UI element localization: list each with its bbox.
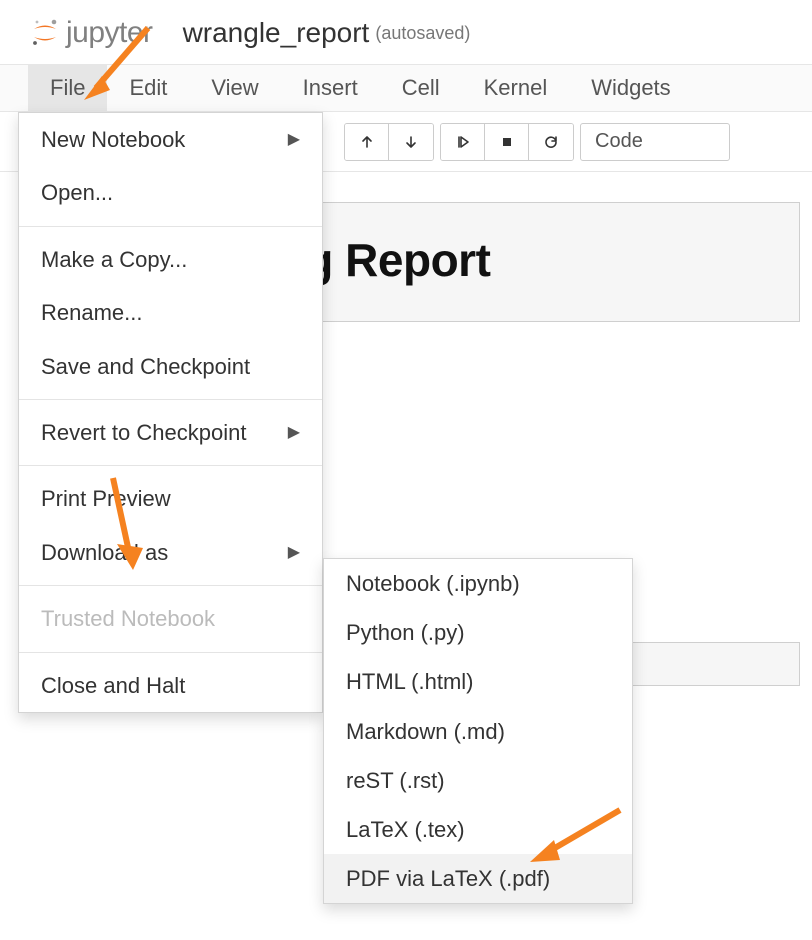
menu-item-label: Save and Checkpoint — [41, 348, 250, 385]
arrow-up-icon — [359, 134, 375, 150]
download-as-submenu: Notebook (.ipynb) Python (.py) HTML (.ht… — [323, 558, 633, 904]
menu-item-label: Markdown (.md) — [346, 714, 505, 749]
menu-rename[interactable]: Rename... — [19, 286, 322, 339]
menu-item-label: reST (.rst) — [346, 763, 445, 798]
menu-separator — [19, 585, 322, 586]
submenu-caret-icon: ▶ — [288, 539, 300, 566]
menu-item-label: Open... — [41, 174, 113, 211]
jupyter-wordmark — [66, 16, 153, 50]
download-pdf[interactable]: PDF via LaTeX (.pdf) — [324, 854, 632, 903]
interrupt-kernel-button[interactable] — [485, 124, 529, 160]
download-rst[interactable]: reST (.rst) — [324, 756, 632, 805]
jupyter-logo-icon — [30, 18, 60, 48]
menu-item-label: Print Preview — [41, 480, 171, 517]
menu-item-label: Notebook (.ipynb) — [346, 566, 520, 601]
menu-make-copy[interactable]: Make a Copy... — [19, 233, 322, 286]
menu-item-label: LaTeX (.tex) — [346, 812, 465, 847]
download-md[interactable]: Markdown (.md) — [324, 707, 632, 756]
menu-file[interactable]: File — [28, 65, 107, 111]
toolbar-move-group — [344, 123, 434, 161]
menu-item-label: Close and Halt — [41, 667, 185, 704]
menu-item-label: Python (.py) — [346, 615, 465, 650]
autosave-status: (autosaved) — [375, 23, 470, 44]
download-py[interactable]: Python (.py) — [324, 608, 632, 657]
restart-kernel-button[interactable] — [529, 124, 573, 160]
move-cell-up-button[interactable] — [345, 124, 389, 160]
download-tex[interactable]: LaTeX (.tex) — [324, 805, 632, 854]
menu-item-label: New Notebook — [41, 121, 185, 158]
jupyter-logo[interactable] — [30, 16, 153, 50]
menu-separator — [19, 226, 322, 227]
menu-separator — [19, 399, 322, 400]
celltype-selected-value: Code — [595, 130, 643, 153]
restart-icon — [543, 134, 559, 150]
move-cell-down-button[interactable] — [389, 124, 433, 160]
toolbar-run-group — [440, 123, 574, 161]
stop-icon — [499, 134, 515, 150]
download-html[interactable]: HTML (.html) — [324, 657, 632, 706]
menu-view[interactable]: View — [189, 65, 280, 111]
menu-separator — [19, 652, 322, 653]
menu-item-label: PDF via LaTeX (.pdf) — [346, 861, 550, 896]
menu-open[interactable]: Open... — [19, 166, 322, 219]
submenu-caret-icon: ▶ — [288, 126, 300, 153]
run-step-icon — [455, 134, 471, 150]
menu-print-preview[interactable]: Print Preview — [19, 472, 322, 525]
menu-kernel[interactable]: Kernel — [462, 65, 570, 111]
celltype-select[interactable]: Code — [580, 123, 730, 161]
download-ipynb[interactable]: Notebook (.ipynb) — [324, 559, 632, 608]
menu-save-checkpoint[interactable]: Save and Checkpoint — [19, 340, 322, 393]
menu-item-label: Trusted Notebook — [41, 600, 215, 637]
menu-close-halt[interactable]: Close and Halt — [19, 659, 322, 712]
menu-edit[interactable]: Edit — [107, 65, 189, 111]
run-cell-button[interactable] — [441, 124, 485, 160]
menu-widgets[interactable]: Widgets — [569, 65, 692, 111]
menu-cell[interactable]: Cell — [380, 65, 462, 111]
menu-download-as[interactable]: Download as ▶ — [19, 526, 322, 579]
menu-separator — [19, 465, 322, 466]
menu-new-notebook[interactable]: New Notebook ▶ — [19, 113, 322, 166]
menu-item-label: HTML (.html) — [346, 664, 474, 699]
menu-trusted-notebook: Trusted Notebook — [19, 592, 322, 645]
menu-insert[interactable]: Insert — [281, 65, 380, 111]
menu-item-label: Make a Copy... — [41, 241, 187, 278]
menu-revert-checkpoint[interactable]: Revert to Checkpoint ▶ — [19, 406, 322, 459]
menu-item-label: Download as — [41, 534, 168, 571]
notebook-header: wrangle_report (autosaved) — [0, 0, 812, 64]
file-dropdown: New Notebook ▶ Open... Make a Copy... Re… — [18, 112, 323, 713]
menu-item-label: Rename... — [41, 294, 143, 331]
submenu-caret-icon: ▶ — [288, 419, 300, 446]
notebook-title[interactable]: wrangle_report — [183, 17, 370, 49]
menu-bar: File Edit View Insert Cell Kernel Widget… — [0, 64, 812, 112]
menu-item-label: Revert to Checkpoint — [41, 414, 246, 451]
arrow-down-icon — [403, 134, 419, 150]
